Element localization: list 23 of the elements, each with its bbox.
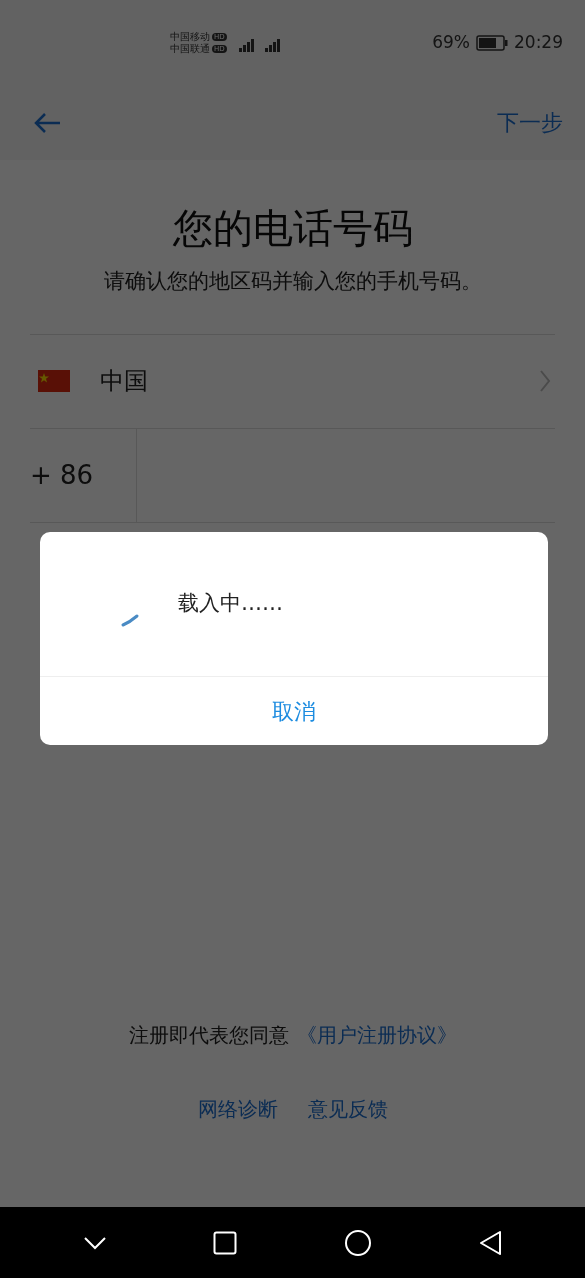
next-button[interactable]: 下一步 [497, 106, 563, 139]
agreement-link[interactable]: 《用户注册协议》 [296, 1020, 457, 1050]
circle-icon[interactable] [343, 1228, 372, 1257]
loading-spinner-icon [120, 612, 140, 628]
carrier-name: 中国联通 [170, 42, 210, 55]
agreement-text: 注册即代表您同意 [128, 1022, 289, 1049]
footer-link[interactable]: 意见反馈 [307, 1094, 388, 1124]
loading-message: 载入中…… [178, 590, 283, 617]
battery-icon [476, 34, 508, 51]
triangle-icon[interactable] [477, 1229, 502, 1256]
page-subtitle: 请确认您的地区码并输入您的手机号码。 [103, 268, 482, 295]
country-code: + 86 [30, 428, 137, 522]
battery-percent: 69% [432, 30, 470, 54]
footer-link[interactable]: 网络诊断 [197, 1094, 278, 1124]
chevron-down-icon[interactable] [83, 1235, 108, 1250]
page-title: 您的电话号码 [172, 204, 413, 253]
square-icon[interactable] [213, 1230, 238, 1255]
carrier-name: 中国移动 [170, 30, 210, 43]
country-row[interactable]: 中国 [30, 334, 555, 429]
clock: 20:29 [514, 30, 563, 54]
chevron-right-icon [539, 369, 551, 393]
cancel-button[interactable]: 取消 [40, 677, 548, 745]
flag-icon [38, 370, 70, 392]
